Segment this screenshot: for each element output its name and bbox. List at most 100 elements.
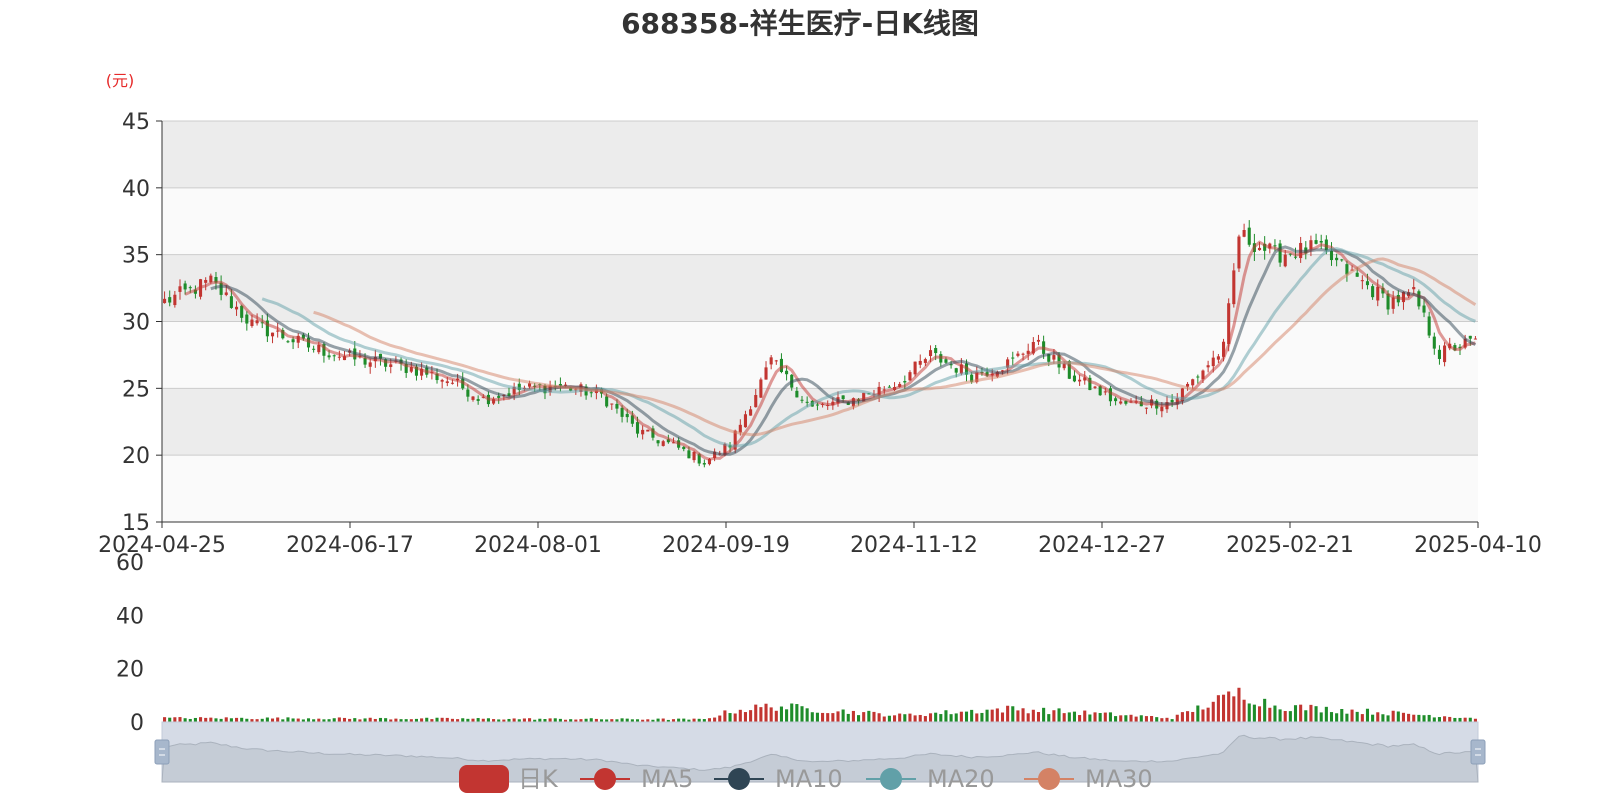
volume-bar — [229, 718, 233, 722]
candle-body — [1119, 401, 1123, 404]
volume-bar — [1463, 717, 1467, 722]
volume-bar — [877, 713, 881, 722]
volume-bar — [692, 718, 696, 722]
candle-body — [1103, 391, 1107, 393]
candle-body — [1371, 286, 1375, 298]
volume-bar — [867, 710, 871, 722]
volume-bar — [898, 713, 902, 722]
candle-body — [692, 451, 696, 461]
volume-bar — [1124, 715, 1128, 722]
volume-bar — [1376, 712, 1380, 722]
candle-body — [928, 350, 933, 357]
y-tick-label: 25 — [122, 377, 150, 402]
x-tick-label: 2024-12-27 — [1038, 533, 1166, 558]
candle-body — [1355, 272, 1359, 277]
x-tick-label: 2024-09-19 — [662, 533, 790, 558]
volume-bar — [728, 713, 732, 722]
volume-bar — [1257, 706, 1262, 722]
volume-bar — [512, 718, 516, 722]
volume-bar — [214, 718, 218, 722]
candle-body — [635, 422, 640, 434]
volume-bar — [183, 718, 187, 722]
volume-bar — [440, 717, 444, 722]
volume-bar — [296, 718, 300, 722]
volume-bar — [1401, 712, 1406, 722]
volume-bar — [918, 714, 922, 722]
volume-bar — [1103, 712, 1107, 722]
candle-body — [887, 386, 891, 388]
candle-body — [749, 409, 753, 416]
volume-bar — [1021, 708, 1025, 722]
volume-bar — [1201, 709, 1205, 722]
volume-bar — [1365, 708, 1370, 722]
volume-bar — [934, 712, 938, 722]
candle-body — [641, 429, 645, 435]
right-handle[interactable] — [1470, 739, 1486, 765]
candle-body — [615, 403, 619, 409]
volume-bar — [528, 718, 532, 722]
volume-bar — [1360, 714, 1364, 722]
candle-body — [903, 380, 907, 383]
volume-bar — [173, 717, 177, 722]
volume-bar — [980, 712, 984, 722]
volume-bar — [1119, 715, 1123, 722]
volume-bar — [1186, 711, 1190, 722]
volume-bar — [1386, 715, 1390, 722]
candle-body — [923, 359, 927, 363]
candle-body — [1432, 336, 1436, 349]
volume-tick-label: 60 — [116, 551, 144, 576]
candle-body — [1206, 365, 1210, 368]
volume-bar — [384, 718, 388, 722]
candle-body — [1196, 376, 1200, 378]
volume-bar — [903, 714, 907, 722]
candle-body — [687, 450, 691, 459]
volume-bar — [204, 717, 208, 722]
candle-body — [440, 379, 444, 382]
volume-bar — [1345, 713, 1349, 722]
volume-bar — [862, 712, 866, 722]
candle-body — [1114, 398, 1118, 402]
left-handle[interactable] — [154, 739, 170, 765]
volume-series: 0 20 40 60 — [116, 551, 1477, 736]
candle-body — [800, 399, 804, 401]
volume-bar — [713, 717, 717, 722]
volume-bar — [1191, 711, 1195, 722]
volume-bar — [1427, 714, 1431, 722]
volume-bar — [959, 711, 963, 722]
volume-bar — [1047, 714, 1051, 722]
volume-tick-label: 0 — [130, 711, 144, 736]
volume-bar — [1412, 714, 1416, 722]
volume-bar — [1078, 715, 1082, 722]
candle-body — [1160, 406, 1164, 412]
grid-band — [162, 455, 1478, 522]
candle-body — [1021, 353, 1025, 355]
candle-body — [204, 279, 208, 283]
candle-body — [337, 356, 341, 358]
candle-body — [646, 429, 650, 432]
volume-bar — [1237, 687, 1241, 722]
volume-bar — [1468, 717, 1472, 722]
volume-bar — [1443, 716, 1447, 722]
candle-body — [1412, 287, 1416, 290]
volume-bar — [743, 712, 748, 722]
candle-body — [466, 389, 470, 397]
volume-bar — [1052, 710, 1056, 722]
candle-body — [224, 292, 228, 295]
x-tick-label: 2025-02-21 — [1226, 533, 1354, 558]
volume-bar — [723, 710, 727, 722]
volume-bar — [913, 715, 917, 722]
candle-body — [1319, 240, 1323, 243]
volume-bar — [342, 717, 347, 722]
volume-bar — [209, 717, 213, 722]
volume-bar — [522, 718, 526, 722]
volume-bar — [445, 717, 449, 722]
candle-body — [445, 381, 449, 384]
volume-bar — [368, 717, 372, 722]
candle-body — [944, 359, 948, 363]
volume-bar — [620, 718, 624, 722]
volume-bar — [774, 710, 778, 722]
volume-bar — [1093, 712, 1097, 722]
candle-body — [1427, 316, 1431, 336]
candle-body — [954, 368, 958, 373]
candle-body — [1144, 407, 1148, 409]
